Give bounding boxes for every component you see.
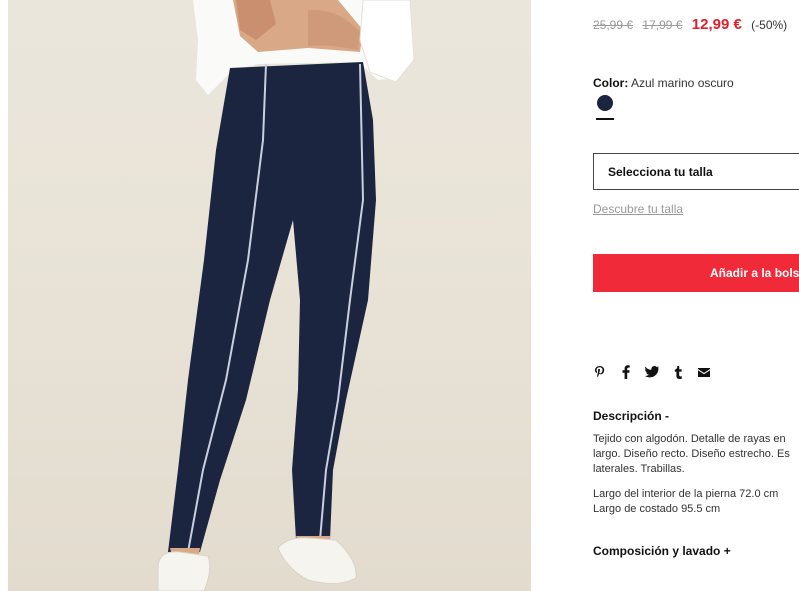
description-toggle[interactable]: Descripción - xyxy=(593,409,669,423)
product-page: 25,99 € 17,99 € 12,99 € (-50%) Color: Az… xyxy=(0,0,799,591)
email-icon[interactable] xyxy=(697,364,711,380)
discount-badge: (-50%) xyxy=(751,18,788,32)
measurements: Largo del interior de la pierna 72.0 cm … xyxy=(593,487,778,517)
price-previous: 17,99 € xyxy=(642,18,683,32)
description-line: Tejido con algodón. Detalle de rayas en xyxy=(593,433,786,445)
size-guide-link[interactable]: Descubre tu talla xyxy=(593,202,683,216)
pinterest-icon[interactable] xyxy=(593,364,607,380)
description-line: largo. Diseño recto. Diseño estrecho. Es xyxy=(593,448,790,460)
price-original: 25,99 € xyxy=(593,18,634,32)
facebook-icon[interactable] xyxy=(619,364,633,380)
composition-toggle[interactable]: Composición y lavado + xyxy=(593,544,731,558)
product-image[interactable] xyxy=(8,0,531,591)
color-label: Color: xyxy=(593,76,629,90)
measurement-line: Largo del interior de la pierna 72.0 cm xyxy=(593,488,779,500)
description-line: laterales. Trabillas. xyxy=(593,463,685,475)
price-current: 12,99 € xyxy=(691,16,742,33)
color-value: Azul marino oscuro xyxy=(631,76,734,90)
description-text: Tejido con algodón. Detalle de rayas en … xyxy=(593,432,799,477)
color-row: Color: Azul marino oscuro xyxy=(593,76,734,90)
price-row: 25,99 € 17,99 € 12,99 € (-50%) xyxy=(593,16,787,33)
add-to-bag-label: Añadir a la bolsa xyxy=(710,266,799,280)
product-photo xyxy=(157,0,415,591)
color-swatch-navy[interactable] xyxy=(597,95,613,111)
product-info: 25,99 € 17,99 € 12,99 € (-50%) Color: Az… xyxy=(593,0,799,591)
swatch-selected-indicator xyxy=(596,118,614,120)
size-select[interactable]: Selecciona tu talla xyxy=(593,153,799,190)
add-to-bag-button[interactable]: Añadir a la bolsa xyxy=(593,254,799,292)
measurement-line: Largo de costado 95.5 cm xyxy=(593,503,721,515)
share-row xyxy=(593,362,723,382)
size-select-label: Selecciona tu talla xyxy=(608,164,713,179)
tumblr-icon[interactable] xyxy=(671,364,685,380)
twitter-icon[interactable] xyxy=(645,364,659,380)
